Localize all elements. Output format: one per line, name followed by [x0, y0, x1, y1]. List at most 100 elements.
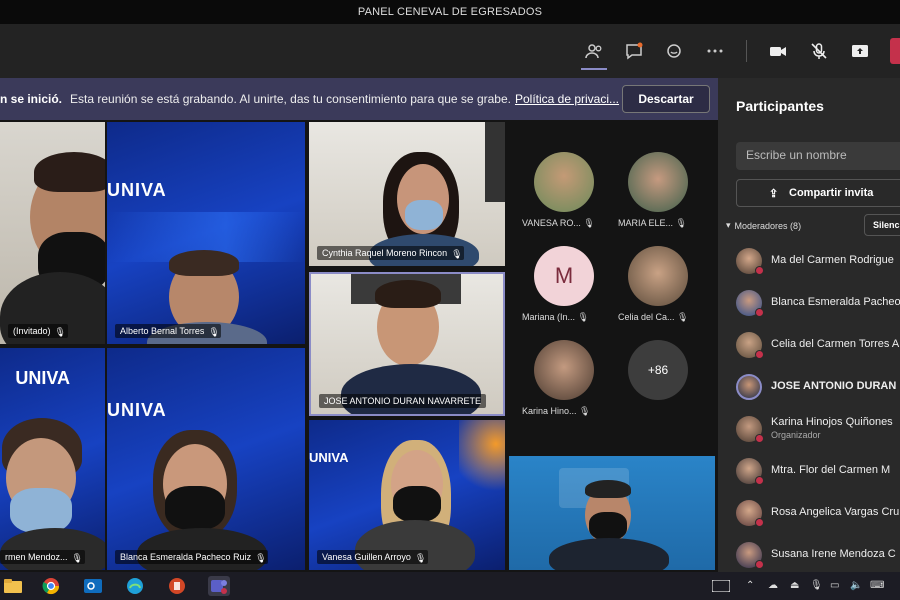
- univa-logo: UNIVA: [107, 400, 167, 420]
- participant-row[interactable]: Ma del Carmen Rodrigue: [736, 244, 900, 280]
- network-icon[interactable]: ▭: [830, 580, 839, 591]
- tray-app-icon[interactable]: [710, 576, 732, 596]
- participant-row[interactable]: Susana Irene Mendoza C: [736, 538, 900, 574]
- recording-banner: n se inició. Esta reunión se está graban…: [0, 78, 718, 120]
- mic-muted-icon: [755, 350, 764, 359]
- participants-icon[interactable]: [581, 38, 607, 64]
- participant-row[interactable]: Mtra. Flor del Carmen M: [736, 454, 900, 490]
- participants-panel: Participantes Escribe un nombre ⇪ Compar…: [718, 78, 900, 572]
- mic-muted-icon: [755, 476, 764, 485]
- powerpoint-icon[interactable]: [166, 576, 188, 596]
- volume-icon[interactable]: 🔈: [850, 580, 862, 591]
- microphone-muted-icon[interactable]: [806, 38, 832, 64]
- privacy-policy-link[interactable]: Política de privaci...: [515, 92, 619, 106]
- window-title-bar: PANEL CENEVAL DE EGRESADOS: [0, 0, 900, 24]
- chrome-icon[interactable]: [40, 576, 62, 596]
- mic-muted-icon: [755, 308, 764, 317]
- participant-row[interactable]: Celia del Carmen Torres A: [736, 328, 900, 364]
- mic-muted-icon: 🎙: [451, 249, 463, 259]
- mic-muted-icon: [755, 518, 764, 527]
- toolbar-divider: [746, 40, 747, 62]
- video-tile[interactable]: UNIVA Blanca Esmeralda Pacheco Ruiz 🎙: [107, 348, 305, 570]
- mic-muted-icon: 🎙: [54, 327, 66, 337]
- participant-name-label: Vanesa Guillen Arroyo 🎙: [317, 550, 428, 564]
- banner-status: n se inició.: [0, 92, 63, 106]
- more-participants-button[interactable]: +86: [628, 340, 688, 400]
- participant-name-label: Blanca Esmeralda Pacheco Ruiz 🎙: [115, 550, 269, 564]
- moderators-section-header[interactable]: ▾ Moderadores (8): [726, 220, 801, 231]
- video-tile[interactable]: (Invitado) 🎙: [0, 122, 105, 344]
- participant-row[interactable]: Karina Hinojos Quiñones Organizador: [736, 412, 900, 448]
- file-explorer-icon[interactable]: [2, 576, 24, 596]
- video-tile[interactable]: Cynthia Raquel Moreno Rincon 🎙: [309, 122, 505, 266]
- participant-name-label: rmen Mendoz... 🎙: [0, 550, 85, 564]
- avatar-name-label: Celia del Ca... 🎙: [618, 312, 689, 322]
- language-icon[interactable]: ⌨: [870, 580, 884, 591]
- camera-icon[interactable]: [765, 38, 791, 64]
- mic-muted-icon: 🎙: [583, 218, 595, 228]
- active-speaker-tile[interactable]: JOSE ANTONIO DURAN NAVARRETE: [309, 272, 505, 416]
- univa-logo: UNIVA: [309, 450, 349, 465]
- microphone-icon[interactable]: 🎙: [810, 580, 823, 591]
- mic-muted-icon: 🎙: [414, 553, 427, 563]
- chevron-up-icon[interactable]: ⌃: [746, 580, 754, 591]
- avatar: [736, 374, 762, 400]
- windows-taskbar: ⌃ ☁ ⏏ 🎙 ▭ 🔈 ⌨: [0, 572, 900, 600]
- participant-avatar[interactable]: [534, 340, 594, 400]
- participant-name-label: Alberto Bernal Torres 🎙: [115, 324, 222, 338]
- mic-muted-icon: [755, 434, 764, 443]
- participant-name-label: JOSE ANTONIO DURAN NAVARRETE: [319, 394, 487, 408]
- chevron-down-icon: ▾: [726, 220, 731, 230]
- univa-logo: UNIVA: [107, 180, 167, 200]
- participant-search-input[interactable]: Escribe un nombre: [736, 142, 900, 170]
- window-title: PANEL CENEVAL DE EGRESADOS: [357, 6, 543, 18]
- participant-avatar-initial[interactable]: M: [534, 246, 594, 306]
- video-tile[interactable]: UNIVA Alberto Bernal Torres 🎙: [107, 122, 305, 344]
- avatar-name-label: MARIA ELE... 🎙: [618, 218, 687, 228]
- usb-icon[interactable]: ⏏: [790, 580, 799, 591]
- share-screen-icon[interactable]: [847, 38, 873, 64]
- dismiss-button[interactable]: Descartar: [622, 85, 710, 113]
- participant-name-label: Cynthia Raquel Moreno Rincon 🎙: [317, 246, 465, 260]
- participant-row[interactable]: Rosa Angelica Vargas Cru: [736, 496, 900, 532]
- video-tile[interactable]: UNIVA rmen Mendoz... 🎙: [0, 348, 105, 570]
- active-tab-indicator: [581, 68, 607, 70]
- video-tile[interactable]: UNIVA Vanesa Guillen Arroyo 🎙: [309, 420, 505, 570]
- avatar-name-label: Mariana (In... 🎙: [522, 312, 589, 322]
- avatar-name-label: Karina Hino... 🎙: [522, 406, 591, 416]
- participant-row-speaking[interactable]: JOSE ANTONIO DURAN: [736, 370, 900, 406]
- participant-avatar[interactable]: [534, 152, 594, 212]
- mic-muted-icon: 🎙: [675, 218, 687, 228]
- teams-icon[interactable]: [208, 576, 230, 596]
- avatar-name-label: VANESA RO... 🎙: [522, 218, 595, 228]
- participant-role: Organizador: [771, 430, 821, 440]
- reactions-icon[interactable]: [661, 38, 687, 64]
- leave-button[interactable]: [890, 38, 900, 64]
- share-invite-button[interactable]: ⇪ Compartir invita: [736, 179, 900, 207]
- mic-muted-icon: 🎙: [577, 312, 589, 322]
- edge-icon[interactable]: [124, 576, 146, 596]
- participant-row[interactable]: Blanca Esmeralda Pacheo: [736, 286, 900, 322]
- participant-avatar[interactable]: [628, 152, 688, 212]
- mic-muted-icon: [755, 560, 764, 569]
- mic-muted-icon: 🎙: [677, 312, 689, 322]
- mic-muted-icon: 🎙: [208, 327, 220, 337]
- video-tile[interactable]: [509, 456, 715, 570]
- outlook-icon[interactable]: [82, 576, 104, 596]
- panel-title: Participantes: [736, 98, 824, 114]
- mic-muted-icon: 🎙: [71, 553, 83, 563]
- mute-all-button[interactable]: Silenc: [864, 214, 900, 236]
- banner-text: Esta reunión se está grabando. Al unirte…: [70, 92, 511, 106]
- mic-muted-icon: 🎙: [579, 406, 591, 416]
- participant-name-label: (Invitado) 🎙: [8, 324, 68, 338]
- cloud-icon[interactable]: ☁: [768, 580, 778, 591]
- participant-avatar[interactable]: [628, 246, 688, 306]
- participant-avatar-grid: VANESA RO... 🎙 MARIA ELE... 🎙 M Mariana …: [508, 122, 718, 452]
- share-invite-label: Compartir invita: [789, 187, 874, 199]
- more-options-icon[interactable]: [702, 38, 728, 64]
- chat-icon[interactable]: [621, 38, 647, 64]
- mic-muted-icon: 🎙: [255, 553, 267, 563]
- mic-muted-icon: [755, 266, 764, 275]
- meeting-toolbar: [0, 24, 900, 78]
- share-icon: ⇪: [769, 188, 779, 200]
